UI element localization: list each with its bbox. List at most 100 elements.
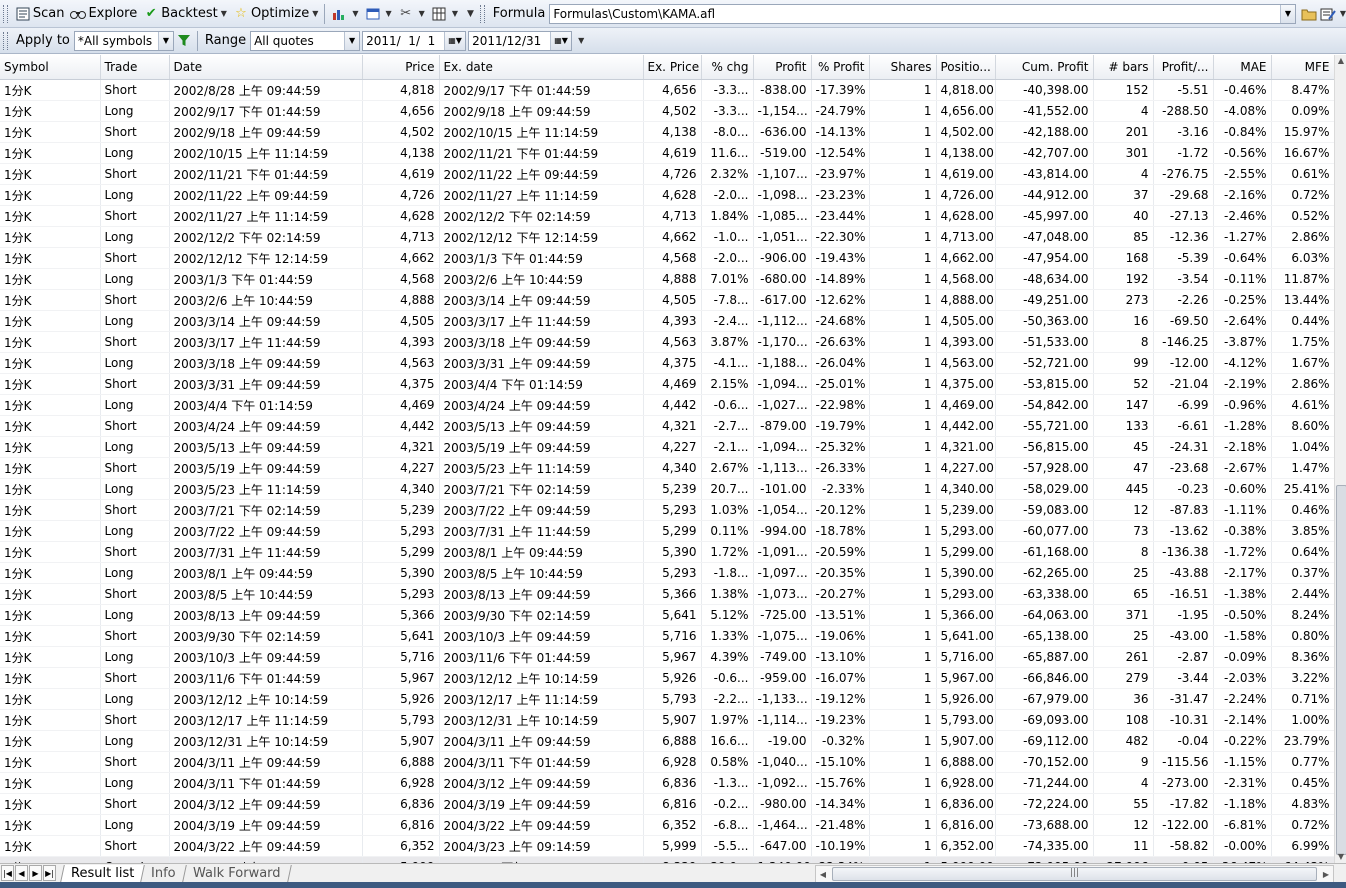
- table-row[interactable]: 1分K Short 2003/7/21 下午 02:14:59 5,239 2003/7…: [0, 499, 1334, 521]
- formula-more-icon[interactable]: ▼: [1340, 9, 1346, 18]
- table-row[interactable]: 1分K Short 2003/7/31 上午 11:44:59 5,299 2003/8…: [0, 541, 1334, 563]
- filter-icon[interactable]: [174, 31, 194, 51]
- scan-button[interactable]: Scan: [12, 3, 68, 25]
- tab-walk-forward[interactable]: Walk Forward: [183, 864, 292, 882]
- column-header-bars[interactable]: # bars: [1093, 55, 1154, 80]
- column-header-cum-profit[interactable]: Cum. Profit: [995, 55, 1094, 80]
- scroll-left-icon[interactable]: ◀: [816, 870, 830, 879]
- table-row[interactable]: 1分K Long 2002/11/22 上午 09:44:59 4,726 2002/1…: [0, 184, 1334, 206]
- apply-to-combo[interactable]: *All symbols ▼: [73, 30, 174, 51]
- tab-result-list[interactable]: Result list: [60, 864, 146, 882]
- column-header-shares[interactable]: Shares: [869, 55, 937, 80]
- table-row[interactable]: 1分K Long 2004/3/19 上午 09:44:59 6,816 2004/3/…: [0, 814, 1334, 836]
- table-row[interactable]: 1分K Short 2004/3/12 上午 09:44:59 6,836 2004/3…: [0, 793, 1334, 815]
- table-row[interactable]: 1分K Long 2003/12/31 上午 10:14:59 5,907 2004/3…: [0, 730, 1334, 752]
- next-tab-icon[interactable]: ▶: [29, 865, 42, 881]
- table-row[interactable]: 1分K Short 2003/12/17 上午 11:14:59 5,793 2003/…: [0, 709, 1334, 731]
- layout-button[interactable]: ▼: [362, 3, 395, 25]
- table-row[interactable]: 1分K Short 2003/9/30 下午 02:14:59 5,641 2003/1…: [0, 625, 1334, 647]
- formula-path-combo[interactable]: Formulas\Custom\KAMA.afl ▼: [549, 3, 1296, 24]
- table-row[interactable]: 1分K Long 2003/7/22 上午 09:44:59 5,293 2003/7/…: [0, 520, 1334, 542]
- horizontal-scroll-thumb[interactable]: |||: [832, 867, 1317, 881]
- table-row[interactable]: 1分K Short 2004/3/11 上午 09:44:59 6,888 2004/3…: [0, 751, 1334, 773]
- table-row[interactable]: 1分K Short 2003/3/31 上午 09:44:59 4,375 2003/4…: [0, 373, 1334, 395]
- table-row[interactable]: 1分K Short 2002/11/21 下午 01:44:59 4,619 2002/…: [0, 163, 1334, 185]
- column-header-date[interactable]: Date: [169, 55, 363, 80]
- calendar-dropdown-icon[interactable]: ▦▼: [550, 31, 572, 50]
- to-date-picker[interactable]: 2011/12/31 ▦▼: [468, 30, 573, 51]
- table-row[interactable]: 1分K Short 2003/8/5 上午 10:44:59 5,293 2003/8/…: [0, 583, 1334, 605]
- tools-button[interactable]: ✂ ▼: [395, 3, 428, 25]
- column-header-mfe[interactable]: MFE: [1271, 55, 1334, 80]
- column-header-symbol[interactable]: Symbol: [0, 55, 101, 80]
- table-row[interactable]: 1分K Long 2002/10/15 上午 11:14:59 4,138 2002/1…: [0, 142, 1334, 164]
- column-header-trade[interactable]: Trade: [100, 55, 170, 80]
- from-date-picker[interactable]: 2011/ 1/ 1 ▦▼: [362, 30, 467, 51]
- column-header-position-value[interactable]: Positio...: [936, 55, 996, 80]
- scroll-up-icon[interactable]: ▲: [1335, 55, 1346, 67]
- table-row[interactable]: 1分K Long 2003/3/14 上午 09:44:59 4,505 2003/3/…: [0, 310, 1334, 332]
- table-row[interactable]: 1分K Short 2003/3/17 上午 11:44:59 4,393 2003/3…: [0, 331, 1334, 353]
- column-header-mae[interactable]: MAE: [1213, 55, 1272, 80]
- table-row[interactable]: 1分K Long 2004/3/11 下午 01:44:59 6,928 2004/3/…: [0, 772, 1334, 794]
- table-row[interactable]: 1分K Long 2003/3/18 上午 09:44:59 4,563 2003/3/…: [0, 352, 1334, 374]
- table-row[interactable]: 1分K Long 2003/8/13 上午 09:44:59 5,366 2003/9/…: [0, 604, 1334, 626]
- filter-toolbar-grip[interactable]: [3, 31, 8, 50]
- vertical-scroll-thumb[interactable]: [1336, 485, 1346, 855]
- first-tab-icon[interactable]: |◀: [1, 865, 14, 881]
- table-row[interactable]: 1分K Long 2002/9/17 下午 01:44:59 4,656 2002/9/…: [0, 100, 1334, 122]
- open-folder-icon[interactable]: [1300, 4, 1319, 24]
- table-row[interactable]: 1分K Long 2003/4/4 下午 01:14:59 4,469 2003/4/2…: [0, 394, 1334, 416]
- last-tab-icon[interactable]: ▶|: [43, 865, 56, 881]
- range-combo[interactable]: All quotes ▼: [250, 30, 361, 51]
- column-header-ex-price[interactable]: Ex. Price: [643, 55, 702, 80]
- scroll-right-icon[interactable]: ▶: [1319, 870, 1333, 879]
- edit-formula-icon[interactable]: [1319, 4, 1338, 24]
- column-header-profit[interactable]: Profit: [753, 55, 812, 80]
- report-chart-button[interactable]: ▼: [328, 3, 361, 25]
- filter-overflow-icon[interactable]: ▼: [578, 36, 584, 45]
- sheet-button[interactable]: ▼: [428, 3, 461, 25]
- table-row[interactable]: 1分K Short 2002/8/28 上午 09:44:59 4,818 2002/9…: [0, 79, 1334, 101]
- chevron-down-icon[interactable]: ▼: [344, 31, 360, 50]
- result-list-grid[interactable]: Symbol Trade Date Price Ex. date Ex. Price% c…: [0, 55, 1334, 863]
- table-row[interactable]: 1分K Long 2003/10/3 上午 09:44:59 5,716 2003/11…: [0, 646, 1334, 668]
- table-row[interactable]: 1分K Long 2003/8/1 上午 09:44:59 5,390 2003/8/5…: [0, 562, 1334, 584]
- table-row[interactable]: 1分K Short 2002/12/12 下午 12:14:59 4,662 2003/…: [0, 247, 1334, 269]
- column-header-pct-chg[interactable]: % chg: [701, 55, 754, 80]
- table-row[interactable]: 1分K Short 2002/11/27 上午 11:14:59 4,628 2002/…: [0, 205, 1334, 227]
- table-row[interactable]: 1分K Short 2002/9/18 上午 09:44:59 4,502 2002/1…: [0, 121, 1334, 143]
- sheet-dropdown-icon[interactable]: ▼: [452, 9, 458, 18]
- tools-dropdown-icon[interactable]: ▼: [419, 9, 425, 18]
- vertical-scrollbar[interactable]: ▲ ▼: [1334, 55, 1346, 863]
- toolbar-grip-2[interactable]: [479, 4, 485, 23]
- optimize-button[interactable]: ☆ Optimize ▼: [230, 3, 321, 25]
- table-row[interactable]: 1分K Long 2003/12/12 上午 10:14:59 5,926 2003/1…: [0, 688, 1334, 710]
- scroll-down-icon[interactable]: ▼: [1335, 851, 1346, 863]
- calendar-dropdown-icon[interactable]: ▦▼: [444, 31, 466, 50]
- table-row[interactable]: 1分K Long 2002/12/2 下午 02:14:59 4,713 2002/12…: [0, 226, 1334, 248]
- tab-info[interactable]: Info: [141, 864, 187, 882]
- column-header-ex-date[interactable]: Ex. date: [439, 55, 644, 80]
- table-row[interactable]: 1分K Short 2003/4/24 上午 09:44:59 4,442 2003/5…: [0, 415, 1334, 437]
- table-row[interactable]: 1分K Long 2003/5/13 上午 09:44:59 4,321 2003/5/…: [0, 436, 1334, 458]
- prev-tab-icon[interactable]: ◀: [15, 865, 28, 881]
- table-row[interactable]: 1分K Long 2003/5/23 上午 11:14:59 4,340 2003/7/…: [0, 478, 1334, 500]
- table-row[interactable]: 1分K Short 2003/11/6 下午 01:44:59 5,967 2003/1…: [0, 667, 1334, 689]
- explore-button[interactable]: Explore: [67, 3, 140, 25]
- horizontal-scrollbar[interactable]: ◀ ||| ▶: [815, 865, 1334, 883]
- column-header-pct-profit[interactable]: % Profit: [811, 55, 870, 80]
- report-chart-dropdown-icon[interactable]: ▼: [352, 9, 358, 18]
- layout-dropdown-icon[interactable]: ▼: [386, 9, 392, 18]
- toolbar-grip[interactable]: [3, 4, 8, 23]
- column-header-price[interactable]: Price: [362, 55, 440, 80]
- chevron-down-icon[interactable]: ▼: [1279, 4, 1295, 23]
- table-row[interactable]: 1分K Short 2004/3/22 上午 09:44:59 6,352 2004/3…: [0, 835, 1334, 857]
- optimize-dropdown-icon[interactable]: ▼: [312, 9, 318, 18]
- table-row[interactable]: 1分K Long 2003/1/3 下午 01:44:59 4,568 2003/2/6…: [0, 268, 1334, 290]
- backtest-button[interactable]: ✔ Backtest ▼: [140, 3, 230, 25]
- table-row[interactable]: 1分K Short 2003/2/6 上午 10:44:59 4,888 2003/3/…: [0, 289, 1334, 311]
- toolbar-overflow-button[interactable]: ▼: [461, 3, 477, 25]
- chevron-down-icon[interactable]: ▼: [157, 31, 173, 50]
- table-row[interactable]: 1分K Short 2003/5/19 上午 09:44:59 4,227 2003/5…: [0, 457, 1334, 479]
